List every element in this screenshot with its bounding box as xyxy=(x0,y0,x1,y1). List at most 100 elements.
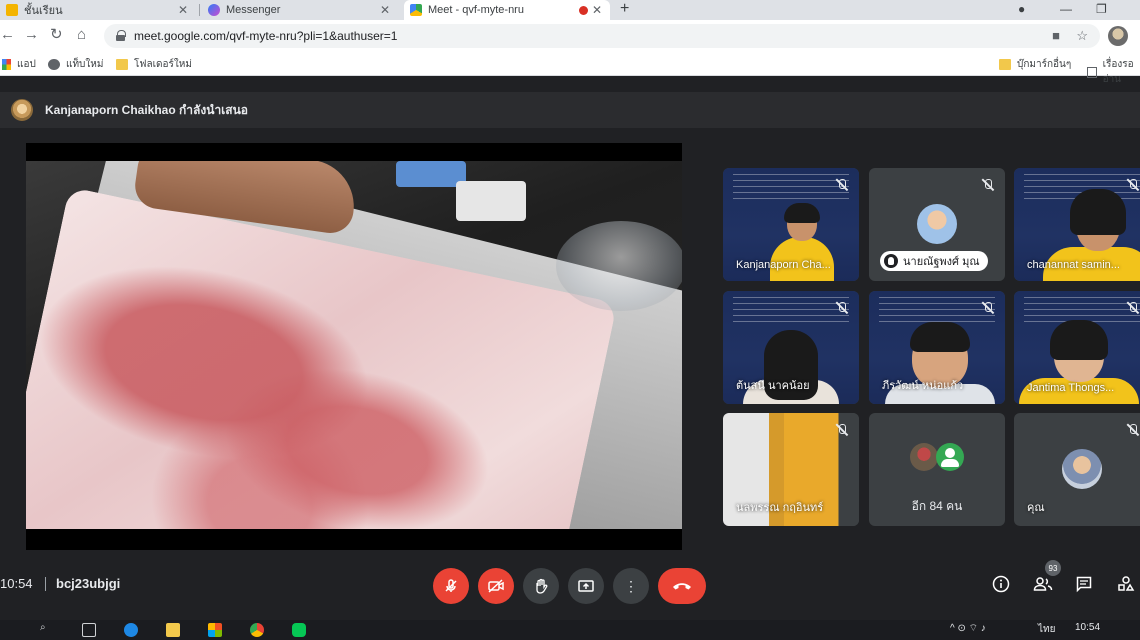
system-tray-icons[interactable]: ^ ⊙ ⌔ ♪ xyxy=(950,622,986,635)
chat-icon xyxy=(1076,576,1092,593)
minimize-button[interactable]: — xyxy=(1060,0,1072,18)
task-view-icon[interactable] xyxy=(82,623,96,637)
reading-list-icon xyxy=(1087,66,1097,78)
participant-tile[interactable]: ต้นสนี นาคน้อย xyxy=(723,291,859,404)
meeting-code[interactable]: bcj23ubjgi xyxy=(56,576,120,591)
person-icon xyxy=(936,443,964,471)
participant-name: ต้นสนี นาคน้อย xyxy=(736,380,810,392)
media-control-icon[interactable]: ● xyxy=(1018,0,1025,18)
camera-in-use-icon[interactable]: ■ xyxy=(1052,28,1060,43)
meeting-time: 10:54 xyxy=(0,576,33,591)
participant-name: นลพรรณ กฤอินทร์ xyxy=(736,502,824,514)
close-icon[interactable]: ✕ xyxy=(380,3,390,17)
maximize-button[interactable]: ❐ xyxy=(1096,0,1107,18)
participant-avatar xyxy=(910,443,938,471)
tab-messenger[interactable]: Messenger ✕ xyxy=(202,0,398,20)
home-button[interactable]: ⌂ xyxy=(77,27,86,43)
divider xyxy=(45,577,46,591)
globe-icon xyxy=(48,59,60,70)
tab-divider xyxy=(199,4,200,16)
mic-toggle-button[interactable] xyxy=(433,568,469,604)
folder-icon xyxy=(116,59,128,70)
profile-avatar[interactable] xyxy=(1108,26,1128,46)
close-icon[interactable]: ✕ xyxy=(178,3,188,17)
raise-hand-icon xyxy=(536,578,548,594)
bookmark-new-folder[interactable]: โฟลเดอร์ใหม่ xyxy=(116,57,192,72)
chrome-icon[interactable] xyxy=(250,623,264,637)
raise-hand-button[interactable] xyxy=(523,568,559,604)
edge-icon[interactable] xyxy=(124,623,138,637)
raise-hand-icon xyxy=(884,254,898,268)
participant-name: Jantima Thongs... xyxy=(1027,382,1115,394)
messenger-icon xyxy=(208,4,220,16)
tab-label: ชั้นเรียน xyxy=(24,5,63,17)
camera-toggle-button[interactable] xyxy=(478,568,514,604)
file-explorer-icon[interactable] xyxy=(166,623,180,637)
activities-icon xyxy=(1118,576,1135,591)
bookmark-star-icon[interactable]: ☆ xyxy=(1076,28,1088,44)
tab-meet[interactable]: Meet - qvf-myte-nru ✕ xyxy=(404,0,610,20)
store-icon[interactable] xyxy=(208,623,222,637)
more-participants-tile[interactable]: อีก 84 คน xyxy=(869,413,1005,526)
participant-name: นายณัฐพงศ์ มุณ xyxy=(903,256,980,268)
mic-off-icon xyxy=(981,301,995,315)
bookmark-label: แอป xyxy=(17,59,36,70)
meet-icon xyxy=(410,4,422,16)
present-screen-button[interactable] xyxy=(568,568,604,604)
reload-button[interactable]: ↻ xyxy=(50,27,63,43)
self-tile[interactable]: คุณ xyxy=(1014,413,1140,526)
participant-tile[interactable]: นลพรรณ กฤอินทร์ xyxy=(723,413,859,526)
participant-tile[interactable]: chanannat samin... xyxy=(1014,168,1140,281)
taskbar-clock[interactable]: 10:54 xyxy=(1075,622,1100,633)
more-options-icon: ⋮ xyxy=(624,578,638,594)
more-options-button[interactable]: ⋮ xyxy=(613,568,649,604)
mic-off-icon xyxy=(1126,423,1140,437)
participant-tile[interactable]: Jantima Thongs... xyxy=(1014,291,1140,404)
mic-off-icon xyxy=(835,423,849,437)
chat-button[interactable] xyxy=(1074,574,1094,594)
participant-tile[interactable]: ภีรวัฒน์ หน่อแก้ว xyxy=(869,291,1005,404)
mic-off-icon xyxy=(1126,178,1140,192)
line-app-icon[interactable] xyxy=(292,623,306,637)
url-text[interactable]: meet.google.com/qvf-myte-nru?pli=1&authu… xyxy=(134,29,397,43)
info-icon xyxy=(992,575,1010,593)
bookmark-label: บุ๊กมาร์กอื่นๆ xyxy=(1017,59,1072,70)
back-button[interactable]: ← xyxy=(0,27,15,43)
more-participants-count: อีก 84 คน xyxy=(911,499,963,513)
forward-button[interactable]: → xyxy=(24,27,39,43)
close-icon[interactable]: ✕ xyxy=(592,3,602,17)
participant-tile[interactable]: นายณัฐพงศ์ มุณ xyxy=(869,168,1005,281)
bookmark-new-tab[interactable]: แท็บใหม่ xyxy=(48,57,103,72)
search-icon[interactable]: ⌕ xyxy=(40,622,46,633)
participant-name: Kanjanaporn Cha... xyxy=(736,259,831,271)
new-tab-button[interactable]: + xyxy=(620,0,629,18)
presenter-banner-text: Kanjanaporn Chaikhao กำลังนำเสนอ xyxy=(45,102,249,117)
people-icon xyxy=(1033,577,1053,591)
bookmark-label: เรื่องรออ่าน xyxy=(1102,59,1134,85)
leave-call-button[interactable] xyxy=(658,568,706,604)
classroom-icon xyxy=(6,4,18,16)
browser-toolbar: ← → ↻ ⌂ meet.google.com/qvf-myte-nru?pli… xyxy=(0,20,1140,52)
presentation-video xyxy=(26,161,682,529)
camera-off-icon xyxy=(488,579,504,593)
bookmark-other[interactable]: บุ๊กมาร์กอื่นๆ xyxy=(999,57,1071,72)
tab-classroom[interactable]: ชั้นเรียน ✕ xyxy=(0,0,196,20)
apps-grid-icon xyxy=(2,59,11,70)
white-box xyxy=(456,181,526,221)
bookmark-apps[interactable]: แอป xyxy=(2,57,36,72)
bookmark-label: โฟลเดอร์ใหม่ xyxy=(134,59,192,70)
tab-label: Meet - qvf-myte-nru xyxy=(428,4,524,16)
address-bar[interactable]: meet.google.com/qvf-myte-nru?pli=1&authu… xyxy=(104,24,1100,48)
participant-name: ภีรวัฒน์ หน่อแก้ว xyxy=(882,380,964,392)
activities-button[interactable] xyxy=(1116,574,1136,594)
glass-bowl xyxy=(556,221,682,311)
participant-tile[interactable]: Kanjanaporn Cha... xyxy=(723,168,859,281)
mic-off-icon xyxy=(835,178,849,192)
presentation-stage[interactable] xyxy=(26,143,682,550)
bookmarks-bar: แอป แท็บใหม่ โฟลเดอร์ใหม่ บุ๊กมาร์กอื่นๆ… xyxy=(0,52,1140,85)
bookmark-reading-list[interactable]: เรื่องรออ่าน xyxy=(1087,57,1140,87)
people-button[interactable] xyxy=(1033,574,1053,594)
input-language[interactable]: ไทย xyxy=(1038,622,1055,637)
meeting-info-button[interactable] xyxy=(991,574,1011,594)
recording-icon xyxy=(579,6,588,15)
